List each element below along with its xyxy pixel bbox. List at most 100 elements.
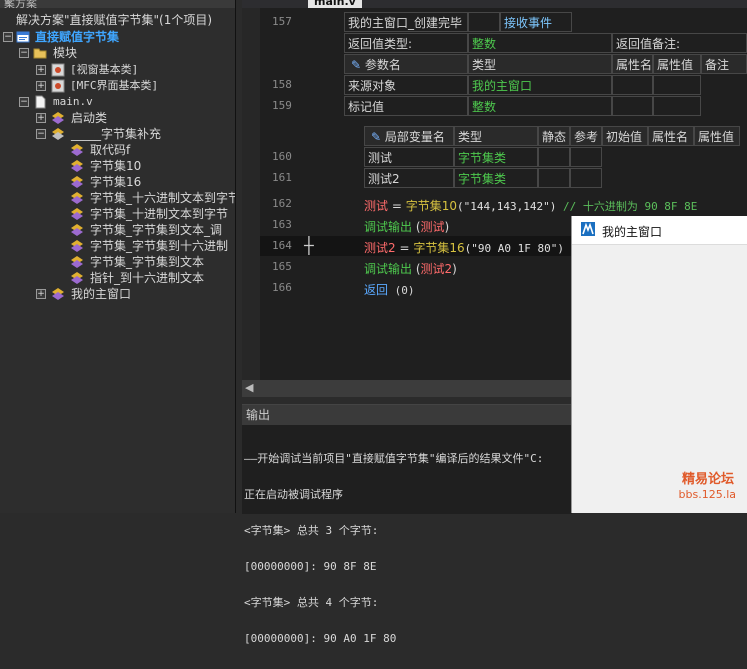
code-var: 测试 [420,220,445,234]
code-line[interactable]: 调试输出 (测试) [364,218,449,235]
method-icon [71,192,83,204]
collapse-icon[interactable]: − [19,48,29,58]
code-func: 调试输出 [364,262,413,276]
param-name[interactable]: 来源对象 [344,75,468,95]
param-name[interactable]: 标记值 [344,96,468,116]
expand-icon[interactable]: + [36,289,46,299]
expand-icon[interactable]: + [36,65,46,75]
output-line: 正在启动被调试程序 [244,488,343,501]
output-header[interactable]: 输出 [242,405,572,425]
scroll-left-icon[interactable]: ◀ [245,381,253,394]
tree-module-item[interactable]: + [视窗基本类] [36,62,231,78]
local-ref[interactable] [570,168,602,188]
close-icon[interactable]: ✕ [4,0,229,7]
tree-module-item[interactable]: + [MFC界面基本类] [36,78,231,94]
local-type[interactable]: 字节集类 [454,147,538,167]
main-window-popup[interactable]: 我的主窗口 精易论坛 bbs.125.la [571,216,747,513]
output-line: <字节集> 总共 3 个字节: [244,524,379,537]
local-ref[interactable] [570,147,602,167]
folder-icon [33,48,47,59]
method-label: 字节集_字节集到十六进制 [90,239,229,253]
param-attr-value[interactable] [653,75,701,95]
param-header-attr-value: 属性值 [653,54,701,74]
param-type[interactable]: 我的主窗口 [468,75,612,95]
method-icon [71,240,83,252]
tree-method[interactable]: 字节集_十六进制文本到字节 [70,190,235,206]
param-attr-name[interactable] [612,96,653,116]
return-type-value[interactable]: 整数 [468,33,612,53]
param-header-type: 类型 [468,54,612,74]
code-line[interactable]: 测试 = 字节集10("144,143,142") // 十六进制为 90 8F… [364,197,697,214]
tree-method[interactable]: 取代码f [70,142,235,158]
output-line: [00000000]: 90 A0 1F 80 [244,632,397,645]
sub-name-cell[interactable]: 我的主窗口_创建完毕 [344,12,468,32]
line-number: 157 [272,15,292,28]
tree-bytes-class[interactable]: − _____字节集补充 [36,126,231,142]
tab-main-v[interactable]: main.v [308,0,362,8]
tree-project[interactable]: − 直接赋值字节集 [3,29,233,45]
watermark-name: 精易论坛 [681,472,734,487]
tree-method[interactable]: 字节集_字节集到文本_调 [70,222,235,238]
param-attr-value[interactable] [653,96,701,116]
local-header-attr-name: 属性名 [648,126,694,146]
tree-method[interactable]: 字节集_字节集到十六进制 [70,238,235,254]
method-icon [71,160,83,172]
method-label: 字节集_十进制文本到字节 [90,207,229,221]
tree-startup-class[interactable]: + 启动类 [36,110,231,126]
local-name[interactable]: 测试 [364,147,454,167]
expand-icon[interactable]: + [36,113,46,123]
param-attr-name[interactable] [612,75,653,95]
output-panel: 输出 ——开始调试当前项目"直接赋值字节集"编译后的结果文件"C: 正在启动被调… [242,404,572,645]
tree-file-main[interactable]: − main.v [19,94,229,110]
tree-modules[interactable]: − 模块 [19,45,229,61]
output-line: [00000000]: 90 8F 8E [244,560,377,573]
tree-method[interactable]: 字节集10 [70,158,235,174]
code-line[interactable]: 返回 (0) [364,281,415,298]
local-header-ref: 参考 [570,126,602,146]
tree-method[interactable]: 字节集16 [70,174,235,190]
local-static[interactable] [538,147,570,167]
code-arg: ("90 A0 1F 80") [464,242,564,255]
param-type[interactable]: 整数 [468,96,612,116]
pencil-icon: ✎ [371,130,382,144]
local-header-type: 类型 [454,126,538,146]
local-name[interactable]: 测试2 [364,168,454,188]
code-paren: ) [452,262,457,276]
sub-empty-cell[interactable] [468,12,500,32]
local-header-static: 静态 [538,126,570,146]
code-line[interactable]: 调试输出 (测试2) [364,260,457,277]
file-icon [35,95,46,109]
tree-main-window[interactable]: + 我的主窗口 [36,286,231,302]
code-line[interactable]: 测试2 = 字节集16("90 A0 1F 80") [364,239,564,256]
output-line: ——开始调试当前项目"直接赋值字节集"编译后的结果文件"C: [244,452,544,465]
method-label: 字节集_字节集到文本 [90,255,205,269]
local-static[interactable] [538,168,570,188]
method-icon [71,224,83,236]
local-type[interactable]: 字节集类 [454,168,538,188]
local-header-name-label: 局部变量名 [384,130,445,144]
param-header-name-label: 参数名 [364,58,401,72]
tree-method[interactable]: 字节集_字节集到文本 [70,254,235,270]
module-item-label: [MFC界面基本类] [70,79,159,92]
modules-label: 模块 [53,46,78,60]
tree-method[interactable]: 字节集_十进制文本到字节 [70,206,235,222]
param-header-name: ✎ 参数名 [344,54,468,74]
tree-solution-root[interactable]: 解决方案"直接赋值字节集"(1个项目) [3,12,233,28]
output-text[interactable]: ——开始调试当前项目"直接赋值字节集"编译后的结果文件"C: 正在启动被调试程序… [244,429,570,669]
method-label: 字节集10 [90,159,142,173]
method-icon [71,144,83,156]
collapse-icon[interactable]: − [19,97,29,107]
collapse-icon[interactable]: − [3,32,13,42]
popup-titlebar[interactable]: 我的主窗口 [572,216,747,245]
code-paren: ( [412,220,421,234]
tree-method[interactable]: 指针_到十六进制文本 [70,270,235,286]
expand-icon[interactable]: + [36,81,46,91]
method-icon [71,272,83,284]
collapse-icon[interactable]: − [36,129,46,139]
sub-type-cell[interactable]: 接收事件 [500,12,572,32]
solution-title-bar: 案方案 ⊕ ✕ [0,0,235,8]
method-label: 字节集16 [90,175,142,189]
horizontal-scrollbar[interactable]: ◀ [242,380,572,397]
file-label: main.v [53,95,93,108]
local-header-initial: 初始值 [602,126,648,146]
